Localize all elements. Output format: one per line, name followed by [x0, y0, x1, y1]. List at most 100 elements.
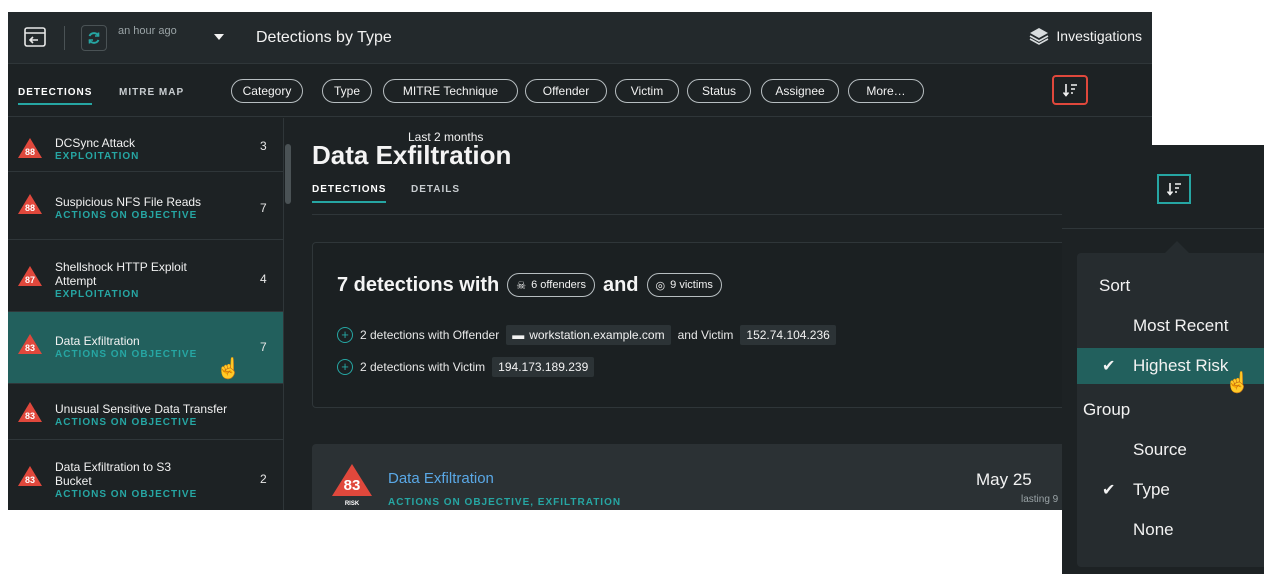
list-item-category: ACTIONS ON OBJECTIVE	[55, 210, 198, 221]
list-item[interactable]: 88 Suspicious NFS File Reads ACTIONS ON …	[8, 172, 283, 240]
filter-chip-victim[interactable]: Victim	[615, 79, 679, 103]
list-item[interactable]: 87 Shellshock HTTP Exploit Attempt EXPLO…	[8, 240, 283, 312]
menu-item-label: Highest Risk	[1133, 356, 1229, 375]
top-bar: Last 2 months an hour ago Detections by …	[8, 12, 1152, 144]
panel-toggle-icon[interactable]	[24, 27, 46, 47]
risk-score: 88	[24, 147, 35, 157]
sort-option-highest-risk[interactable]: ✔ Highest Risk ☝	[1077, 348, 1264, 394]
list-item-count: 4	[260, 272, 267, 286]
summary-row-text: 2 detections with Offender	[360, 328, 500, 342]
refresh-icon	[88, 32, 100, 44]
risk-score: 83	[343, 477, 361, 494]
filter-chip-offender[interactable]: Offender	[525, 79, 607, 103]
checkmark-icon: ✔	[1102, 358, 1116, 375]
list-item-name: Data Exfiltration to S3 Bucket	[55, 460, 172, 488]
menu-item-label: Source	[1133, 440, 1187, 459]
sort-group-menu: Sort Most Recent ✔ Highest Risk ☝ Group …	[1077, 253, 1264, 567]
tab-details[interactable]: DETAILS	[411, 184, 460, 195]
target-icon: ◎	[655, 279, 666, 292]
list-item-name: Shellshock HTTP Exploit Attempt	[55, 260, 187, 288]
filter-chip-category[interactable]: Category	[231, 79, 303, 103]
refresh-button[interactable]	[81, 25, 107, 51]
list-item-category: ACTIONS ON OBJECTIVE	[55, 489, 198, 500]
detection-card-duration: lasting 9	[1021, 494, 1059, 505]
sort-popover: Sort Most Recent ✔ Highest Risk ☝ Group …	[1062, 145, 1264, 574]
list-item-count: 2	[260, 472, 267, 486]
list-item-category: ACTIONS ON OBJECTIVE	[55, 417, 198, 428]
offender-tag[interactable]: ▬ workstation.example.com	[506, 325, 671, 345]
investigations-icon	[1030, 28, 1049, 45]
popover-header	[1062, 145, 1264, 229]
list-item[interactable]: 83 Data Exfiltration to S3 Bucket ACTION…	[8, 440, 283, 510]
list-item[interactable]: 83 Unusual Sensitive Data Transfer ACTIO…	[8, 384, 283, 440]
tab-detections[interactable]: DETECTIONS	[312, 184, 387, 203]
summary-row: + 2 detections with Victim 194.173.189.2…	[337, 357, 595, 377]
investigations-link[interactable]: Investigations	[1028, 27, 1142, 45]
summary-and: and	[602, 273, 639, 296]
filter-chip-mitre-technique[interactable]: MITRE Technique	[383, 79, 518, 103]
list-item-category: EXPLOITATION	[55, 151, 140, 162]
menu-pointer	[1165, 241, 1189, 253]
filter-chip-more[interactable]: More…	[848, 79, 924, 103]
detection-card-title[interactable]: Data Exfiltration	[388, 470, 494, 487]
menu-item-label: Type	[1133, 480, 1170, 499]
sort-icon	[1062, 84, 1077, 97]
risk-score: 87	[24, 275, 35, 285]
detection-card[interactable]: 83 RISK Data Exfiltration ACTIONS ON OBJ…	[312, 444, 1152, 510]
divider	[64, 26, 65, 50]
victims-pill[interactable]: ◎ 9 victims	[646, 273, 722, 297]
list-item-count: 7	[260, 340, 267, 354]
hand-cursor-icon: ☝	[216, 358, 241, 380]
filter-chip-assignee[interactable]: Assignee	[761, 79, 839, 103]
filter-bar: DETECTIONS MITRE MAP Category Type MITRE…	[8, 65, 1152, 117]
sort-heading: Sort	[1099, 276, 1131, 295]
list-item-count: 7	[260, 201, 267, 215]
group-option-source[interactable]: Source	[1077, 432, 1264, 468]
detection-card-category: ACTIONS ON OBJECTIVE, EXFILTRATION	[388, 497, 622, 508]
list-item-name: Unusual Sensitive Data Transfer	[55, 402, 228, 416]
chevron-down-icon[interactable]	[214, 34, 224, 40]
list-item-selected[interactable]: 83 Data Exfiltration ACTIONS ON OBJECTIV…	[8, 312, 283, 384]
risk-score: 88	[24, 203, 35, 213]
group-option-none[interactable]: None	[1077, 512, 1264, 548]
sidebar-scrollbar[interactable]	[285, 144, 291, 204]
list-item-name: DCSync Attack	[55, 136, 136, 150]
list-item-count: 3	[260, 139, 267, 153]
list-item-name: Suspicious NFS File Reads	[55, 195, 202, 209]
group-option-type[interactable]: ✔ Type	[1077, 472, 1264, 508]
sort-option-most-recent[interactable]: Most Recent	[1077, 308, 1264, 344]
tab-mitre-map[interactable]: MITRE MAP	[119, 87, 184, 98]
device-icon: ▬	[512, 328, 525, 342]
summary-row-text: and Victim	[677, 328, 734, 342]
list-item-category: ACTIONS ON OBJECTIVE	[55, 349, 198, 360]
hand-cursor-icon: ☝	[1225, 372, 1250, 394]
offenders-pill[interactable]: ☠ 6 offenders	[507, 273, 595, 297]
sort-button-active[interactable]	[1157, 174, 1191, 204]
menu-item-label: None	[1133, 520, 1174, 539]
offender-hostname: workstation.example.com	[529, 328, 665, 342]
app-window: Last 2 months an hour ago Detections by …	[8, 12, 1152, 510]
expand-icon[interactable]: +	[337, 327, 353, 343]
menu-item-label: Most Recent	[1133, 316, 1229, 335]
risk-score: 83	[24, 475, 35, 485]
page-title: Detections by Type	[256, 29, 392, 46]
victim-tag[interactable]: 152.74.104.236	[740, 325, 836, 345]
summary-row-text: 2 detections with Victim	[360, 360, 486, 374]
victim-ip: 152.74.104.236	[746, 328, 830, 342]
sort-button[interactable]	[1052, 75, 1088, 105]
list-item[interactable]: 88 DCSync Attack EXPLOITATION 3	[8, 118, 283, 172]
filter-chip-type[interactable]: Type	[322, 79, 372, 103]
filter-chip-status[interactable]: Status	[687, 79, 751, 103]
expand-icon[interactable]: +	[337, 359, 353, 375]
victim-ip: 194.173.189.239	[498, 360, 589, 374]
investigations-label: Investigations	[1056, 28, 1142, 44]
time-range-selector[interactable]: Last 2 months an hour ago	[118, 25, 483, 144]
summary-prefix: 7 detections with	[337, 273, 500, 296]
summary-row: + 2 detections with Offender ▬ workstati…	[337, 325, 836, 345]
victim-tag[interactable]: 194.173.189.239	[492, 357, 595, 377]
sort-icon	[1166, 183, 1181, 196]
tab-detections[interactable]: DETECTIONS	[18, 87, 93, 105]
summary-heading: 7 detections with ☠ 6 offenders and ◎ 9 …	[337, 273, 722, 297]
summary-card: 7 detections with ☠ 6 offenders and ◎ 9 …	[312, 242, 1152, 408]
detection-title: Data Exfiltration	[312, 140, 512, 170]
